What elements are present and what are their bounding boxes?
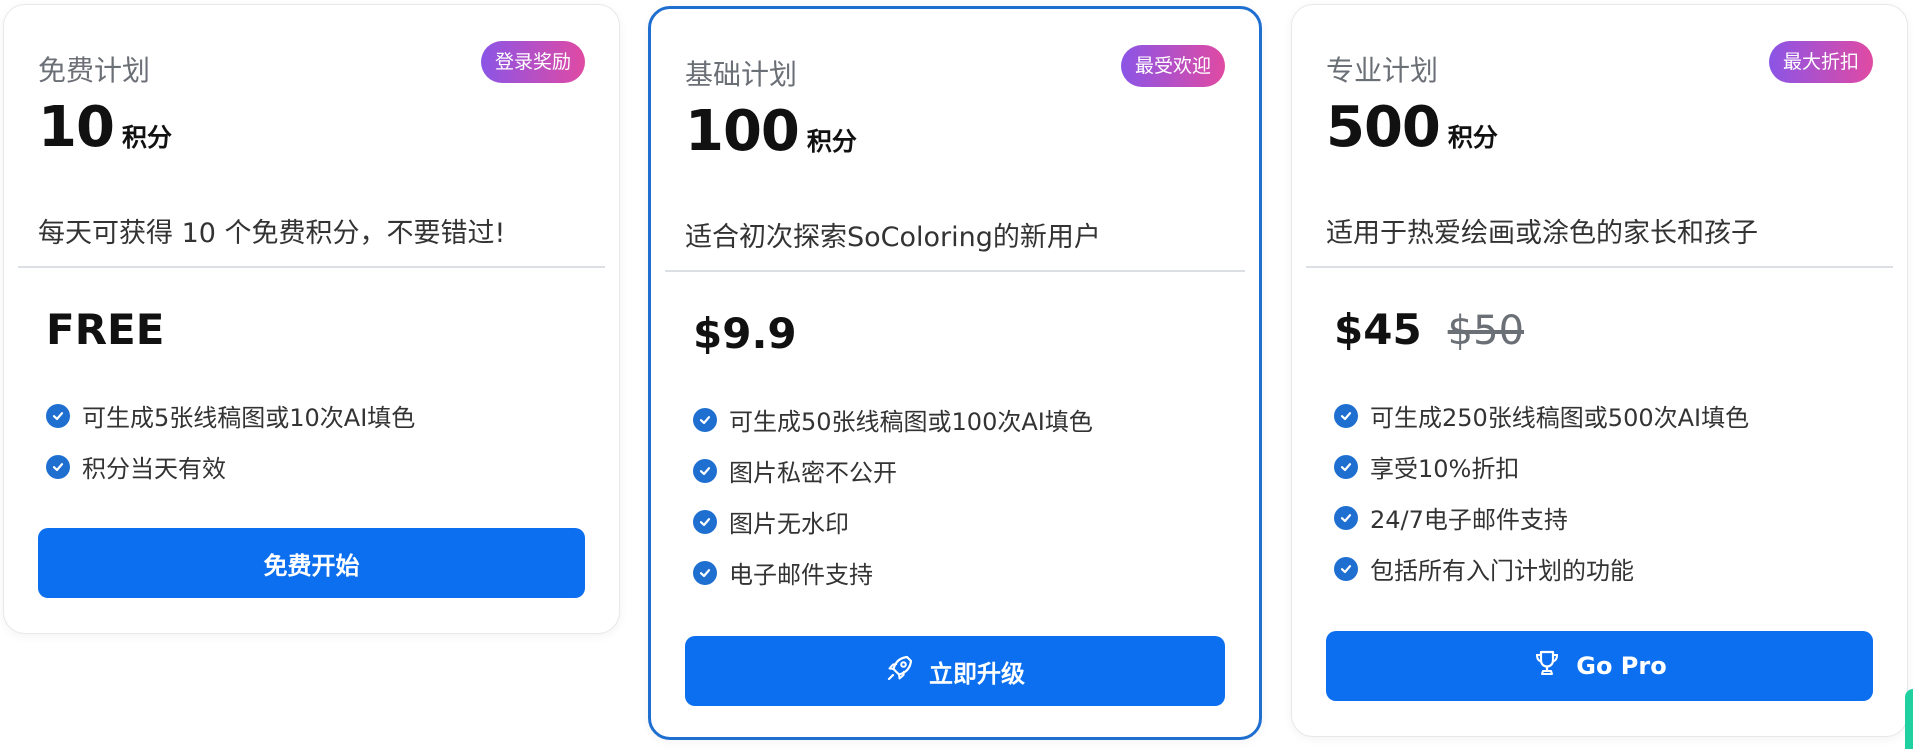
credits-amount: 10 xyxy=(38,95,115,160)
plan-price: $9.9 xyxy=(693,309,797,358)
price-original: $50 xyxy=(1447,308,1525,354)
credits-unit: 积分 xyxy=(1447,123,1498,152)
feature-text: 图片私密不公开 xyxy=(729,459,897,487)
plan-card-basic: 基础计划 最受欢迎 100 积分 适合初次探索SoColoring的新用户 $9.… xyxy=(648,6,1262,740)
price-current: FREE xyxy=(46,305,165,354)
price-current: $9.9 xyxy=(693,309,797,358)
feature-item: 24/7电子邮件支持 xyxy=(1334,492,1749,543)
check-circle-icon xyxy=(1334,505,1358,530)
floating-widget-edge[interactable] xyxy=(1905,689,1913,749)
divider xyxy=(18,266,605,268)
button-label: 免费开始 xyxy=(263,551,360,580)
feature-text: 包括所有入门计划的功能 xyxy=(1370,557,1634,585)
plan-credits: 10 积分 xyxy=(38,95,172,160)
feature-list: 可生成50张线稿图或100次AI填色 图片私密不公开 图片无水印 电子邮件支持 xyxy=(693,394,1093,598)
start-free-button[interactable]: 免费开始 xyxy=(38,528,585,598)
check-circle-icon xyxy=(46,454,70,479)
feature-list: 可生成250张线稿图或500次AI填色 享受10%折扣 24/7电子邮件支持 包… xyxy=(1334,390,1749,594)
feature-item: 图片私密不公开 xyxy=(693,445,1093,496)
go-pro-button[interactable]: Go Pro xyxy=(1326,631,1873,701)
button-label: 立即升级 xyxy=(929,659,1025,688)
feature-item: 可生成5张线稿图或10次AI填色 xyxy=(46,390,415,441)
plan-card-pro: 专业计划 最大折扣 500 积分 适用于热爱绘画或涂色的家长和孩子 $45 $50 … xyxy=(1291,4,1908,737)
upgrade-now-button[interactable]: 立即升级 xyxy=(685,636,1225,706)
plan-price: FREE xyxy=(46,305,164,354)
feature-list: 可生成5张线稿图或10次AI填色 积分当天有效 xyxy=(46,390,415,492)
button-label: Go Pro xyxy=(1576,652,1667,680)
credits-amount: 500 xyxy=(1326,95,1441,160)
divider xyxy=(1306,266,1893,268)
plan-description: 每天可获得 10 个免费积分，不要错过! xyxy=(38,218,506,249)
plan-description: 适用于热爱绘画或涂色的家长和孩子 xyxy=(1326,218,1758,249)
feature-text: 可生成250张线稿图或500次AI填色 xyxy=(1370,404,1750,432)
credits-unit: 积分 xyxy=(121,123,172,152)
price-current: $45 xyxy=(1334,305,1422,354)
feature-item: 积分当天有效 xyxy=(46,441,415,492)
plan-name: 免费计划 xyxy=(38,54,151,87)
rocket-icon xyxy=(885,653,915,689)
feature-item: 可生成50张线稿图或100次AI填色 xyxy=(693,394,1093,445)
check-circle-icon xyxy=(693,458,717,483)
check-circle-icon xyxy=(46,403,70,428)
check-circle-icon xyxy=(1334,556,1358,581)
plan-credits: 100 积分 xyxy=(685,99,857,164)
trophy-icon xyxy=(1532,648,1562,684)
feature-text: 可生成5张线稿图或10次AI填色 xyxy=(82,404,416,432)
feature-text: 24/7电子邮件支持 xyxy=(1370,506,1568,534)
feature-text: 可生成50张线稿图或100次AI填色 xyxy=(729,408,1093,436)
plan-price: $45 $50 xyxy=(1334,305,1524,354)
plan-card-free: 免费计划 登录奖励 10 积分 每天可获得 10 个免费积分，不要错过! FREE… xyxy=(3,4,620,634)
plan-credits: 500 积分 xyxy=(1326,95,1498,160)
divider xyxy=(665,270,1245,272)
plan-badge: 登录奖励 xyxy=(480,41,585,83)
plan-badge: 最大折扣 xyxy=(1768,41,1873,83)
check-circle-icon xyxy=(1334,403,1358,428)
feature-text: 电子邮件支持 xyxy=(729,561,873,589)
feature-item: 包括所有入门计划的功能 xyxy=(1334,543,1749,594)
feature-text: 图片无水印 xyxy=(729,510,849,538)
check-circle-icon xyxy=(1334,454,1358,479)
check-circle-icon xyxy=(693,560,717,585)
plan-description: 适合初次探索SoColoring的新用户 xyxy=(685,222,1101,253)
plan-badge: 最受欢迎 xyxy=(1120,45,1225,87)
credits-unit: 积分 xyxy=(806,127,857,156)
check-circle-icon xyxy=(693,407,717,432)
feature-text: 积分当天有效 xyxy=(82,455,226,483)
feature-item: 图片无水印 xyxy=(693,496,1093,547)
plan-name: 专业计划 xyxy=(1326,54,1439,87)
plan-name: 基础计划 xyxy=(685,58,798,91)
check-circle-icon xyxy=(693,509,717,534)
credits-amount: 100 xyxy=(685,99,800,164)
feature-item: 享受10%折扣 xyxy=(1334,441,1749,492)
feature-text: 享受10%折扣 xyxy=(1370,455,1520,483)
feature-item: 电子邮件支持 xyxy=(693,547,1093,598)
feature-item: 可生成250张线稿图或500次AI填色 xyxy=(1334,390,1749,441)
